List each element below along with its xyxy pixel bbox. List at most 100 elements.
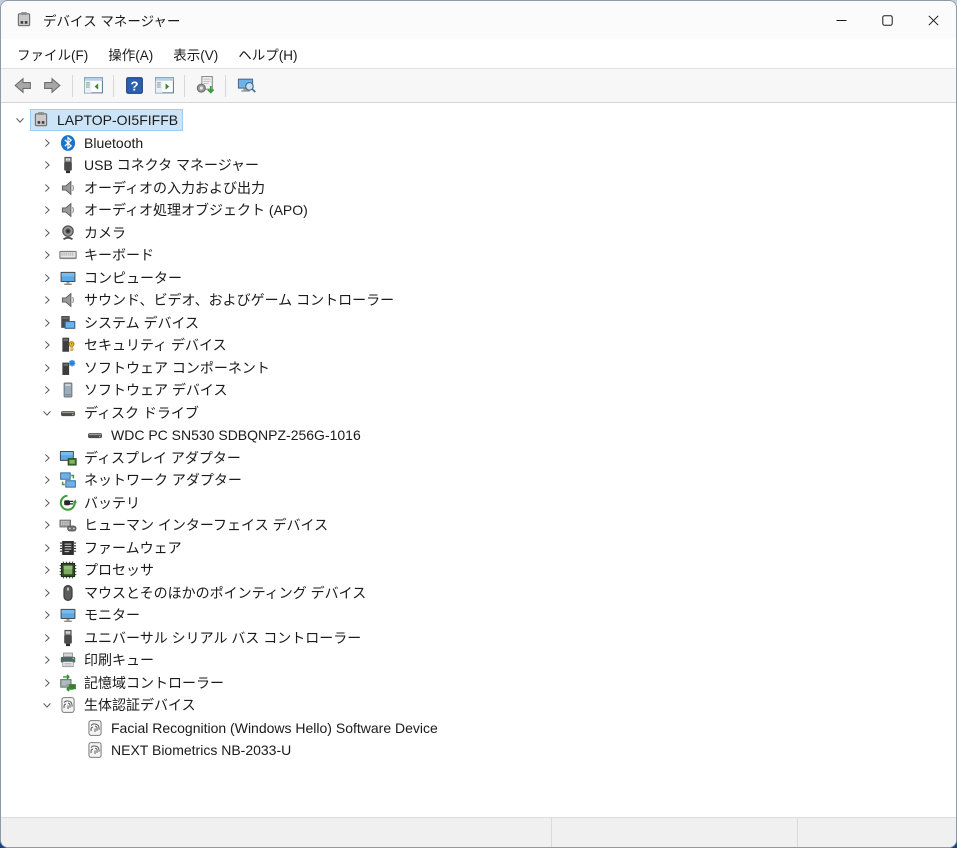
maximize-button[interactable]: [864, 1, 910, 39]
tree-item-label: NEXT Biometrics NB-2033-U: [111, 742, 291, 758]
tree-item[interactable]: ソフトウェア コンポーネント: [1, 357, 956, 380]
back-arrow-icon: [12, 75, 33, 96]
svg-text:?: ?: [130, 78, 138, 93]
toolbar-forward-arrow-button[interactable]: [38, 73, 66, 99]
chevron-right-icon[interactable]: [36, 379, 58, 401]
tree-item[interactable]: ソフトウェア デバイス: [1, 379, 956, 402]
statusbar-section: [552, 818, 798, 847]
tree-item[interactable]: サウンド、ビデオ、およびゲーム コントローラー: [1, 289, 956, 312]
tree-item[interactable]: オーディオ処理オブジェクト (APO): [1, 199, 956, 222]
chevron-right-icon[interactable]: [36, 357, 58, 379]
toolbar-back-arrow-button[interactable]: [8, 73, 36, 99]
chevron-right-icon[interactable]: [36, 222, 58, 244]
toolbar-scan-hardware-changes-button[interactable]: [191, 73, 219, 99]
toolbar-help-button[interactable]: ?: [120, 73, 148, 99]
close-button[interactable]: [910, 1, 956, 39]
chevron-right-icon[interactable]: [36, 649, 58, 671]
tree-item[interactable]: Facial Recognition (Windows Hello) Softw…: [1, 717, 956, 740]
tree-item[interactable]: モニター: [1, 604, 956, 627]
speaker-icon: [59, 201, 77, 219]
chevron-right-icon[interactable]: [36, 334, 58, 356]
chevron-right-icon[interactable]: [36, 559, 58, 581]
toolbar-search-computer-button[interactable]: [232, 73, 260, 99]
device-tree: LAPTOP-OI5FIFFB Bluetooth USB コネクタ マネージャ…: [1, 103, 956, 817]
tree-item-label: 記憶域コントローラー: [84, 673, 224, 693]
biometric-icon: [59, 696, 77, 714]
tree-item-label: マウスとそのほかのポインティング デバイス: [84, 583, 366, 603]
tree-item[interactable]: 生体認証デバイス: [1, 694, 956, 717]
tree-item[interactable]: 記憶域コントローラー: [1, 672, 956, 695]
tree-item[interactable]: 印刷キュー: [1, 649, 956, 672]
tree-item[interactable]: NEXT Biometrics NB-2033-U: [1, 739, 956, 762]
chevron-right-icon[interactable]: [36, 582, 58, 604]
chevron-right-icon[interactable]: [36, 514, 58, 536]
toolbar-console-tree-panel-button[interactable]: [79, 73, 107, 99]
chevron-right-icon[interactable]: [36, 154, 58, 176]
tree-item[interactable]: カメラ: [1, 222, 956, 245]
menu-file[interactable]: ファイル(F): [7, 41, 98, 67]
toolbar-properties-panel-button[interactable]: [150, 73, 178, 99]
chevron-right-icon[interactable]: [36, 447, 58, 469]
tree-item[interactable]: バッテリ: [1, 492, 956, 515]
chevron-right-icon[interactable]: [36, 132, 58, 154]
chevron-right-icon[interactable]: [36, 672, 58, 694]
chevron-right-icon[interactable]: [36, 244, 58, 266]
tree-item[interactable]: プロセッサ: [1, 559, 956, 582]
tree-item-label: ディスプレイ アダプター: [84, 448, 241, 468]
hid-icon: [59, 516, 77, 534]
computer-root-icon: [32, 111, 50, 129]
chevron-spacer: [63, 717, 85, 739]
chevron-right-icon[interactable]: [36, 537, 58, 559]
chevron-right-icon[interactable]: [36, 267, 58, 289]
device-manager-app-icon: [15, 11, 33, 29]
tree-item[interactable]: コンピューター: [1, 267, 956, 290]
chevron-down-icon[interactable]: [36, 402, 58, 424]
device-manager-window: デバイス マネージャー ファイル(F)操作(A)表示(V)ヘルプ(H) ? LA…: [0, 0, 957, 848]
search-computer-icon: [236, 75, 257, 96]
printer-icon: [59, 651, 77, 669]
menu-view[interactable]: 表示(V): [163, 41, 228, 67]
tree-item[interactable]: LAPTOP-OI5FIFFB: [1, 109, 956, 132]
tree-item[interactable]: オーディオの入力および出力: [1, 177, 956, 200]
tree-item[interactable]: ネットワーク アダプター: [1, 469, 956, 492]
tree-item[interactable]: ヒューマン インターフェイス デバイス: [1, 514, 956, 537]
chevron-right-icon[interactable]: [36, 627, 58, 649]
chevron-right-icon[interactable]: [36, 604, 58, 626]
console-tree-panel-icon: [83, 75, 104, 96]
system-device-icon: [59, 314, 77, 332]
forward-arrow-icon: [42, 75, 63, 96]
tree-item[interactable]: Bluetooth: [1, 132, 956, 155]
menu-action[interactable]: 操作(A): [98, 41, 163, 67]
chevron-right-icon[interactable]: [36, 312, 58, 334]
tree-item-label: Facial Recognition (Windows Hello) Softw…: [111, 720, 438, 736]
tree-item[interactable]: ディスプレイ アダプター: [1, 447, 956, 470]
window-title: デバイス マネージャー: [43, 10, 818, 30]
tree-item[interactable]: ディスク ドライブ: [1, 402, 956, 425]
tree-item[interactable]: ファームウェア: [1, 537, 956, 560]
tree-item[interactable]: システム デバイス: [1, 312, 956, 335]
chevron-right-icon[interactable]: [36, 177, 58, 199]
tree-item[interactable]: WDC PC SN530 SDBQNPZ-256G-1016: [1, 424, 956, 447]
close-icon: [928, 15, 939, 26]
chevron-right-icon[interactable]: [36, 199, 58, 221]
tree-item[interactable]: ユニバーサル シリアル バス コントローラー: [1, 627, 956, 650]
tree-item[interactable]: キーボード: [1, 244, 956, 267]
monitor-icon: [59, 269, 77, 287]
tree-item[interactable]: USB コネクタ マネージャー: [1, 154, 956, 177]
speaker-icon: [59, 291, 77, 309]
tree-item-label: LAPTOP-OI5FIFFB: [57, 112, 178, 128]
tree-item-label: カメラ: [84, 223, 126, 243]
chevron-down-icon[interactable]: [9, 109, 31, 131]
tree-item[interactable]: マウスとそのほかのポインティング デバイス: [1, 582, 956, 605]
chevron-right-icon[interactable]: [36, 289, 58, 311]
tree-item-label: セキュリティ デバイス: [84, 335, 227, 355]
keyboard-icon: [59, 246, 77, 264]
tree-item[interactable]: セキュリティ デバイス: [1, 334, 956, 357]
tree-item-label: ソフトウェア コンポーネント: [84, 358, 270, 378]
minimize-button[interactable]: [818, 1, 864, 39]
chevron-right-icon[interactable]: [36, 492, 58, 514]
menu-help[interactable]: ヘルプ(H): [228, 41, 307, 67]
chevron-right-icon[interactable]: [36, 469, 58, 491]
chevron-down-icon[interactable]: [36, 694, 58, 716]
storage-controller-icon: [59, 674, 77, 692]
